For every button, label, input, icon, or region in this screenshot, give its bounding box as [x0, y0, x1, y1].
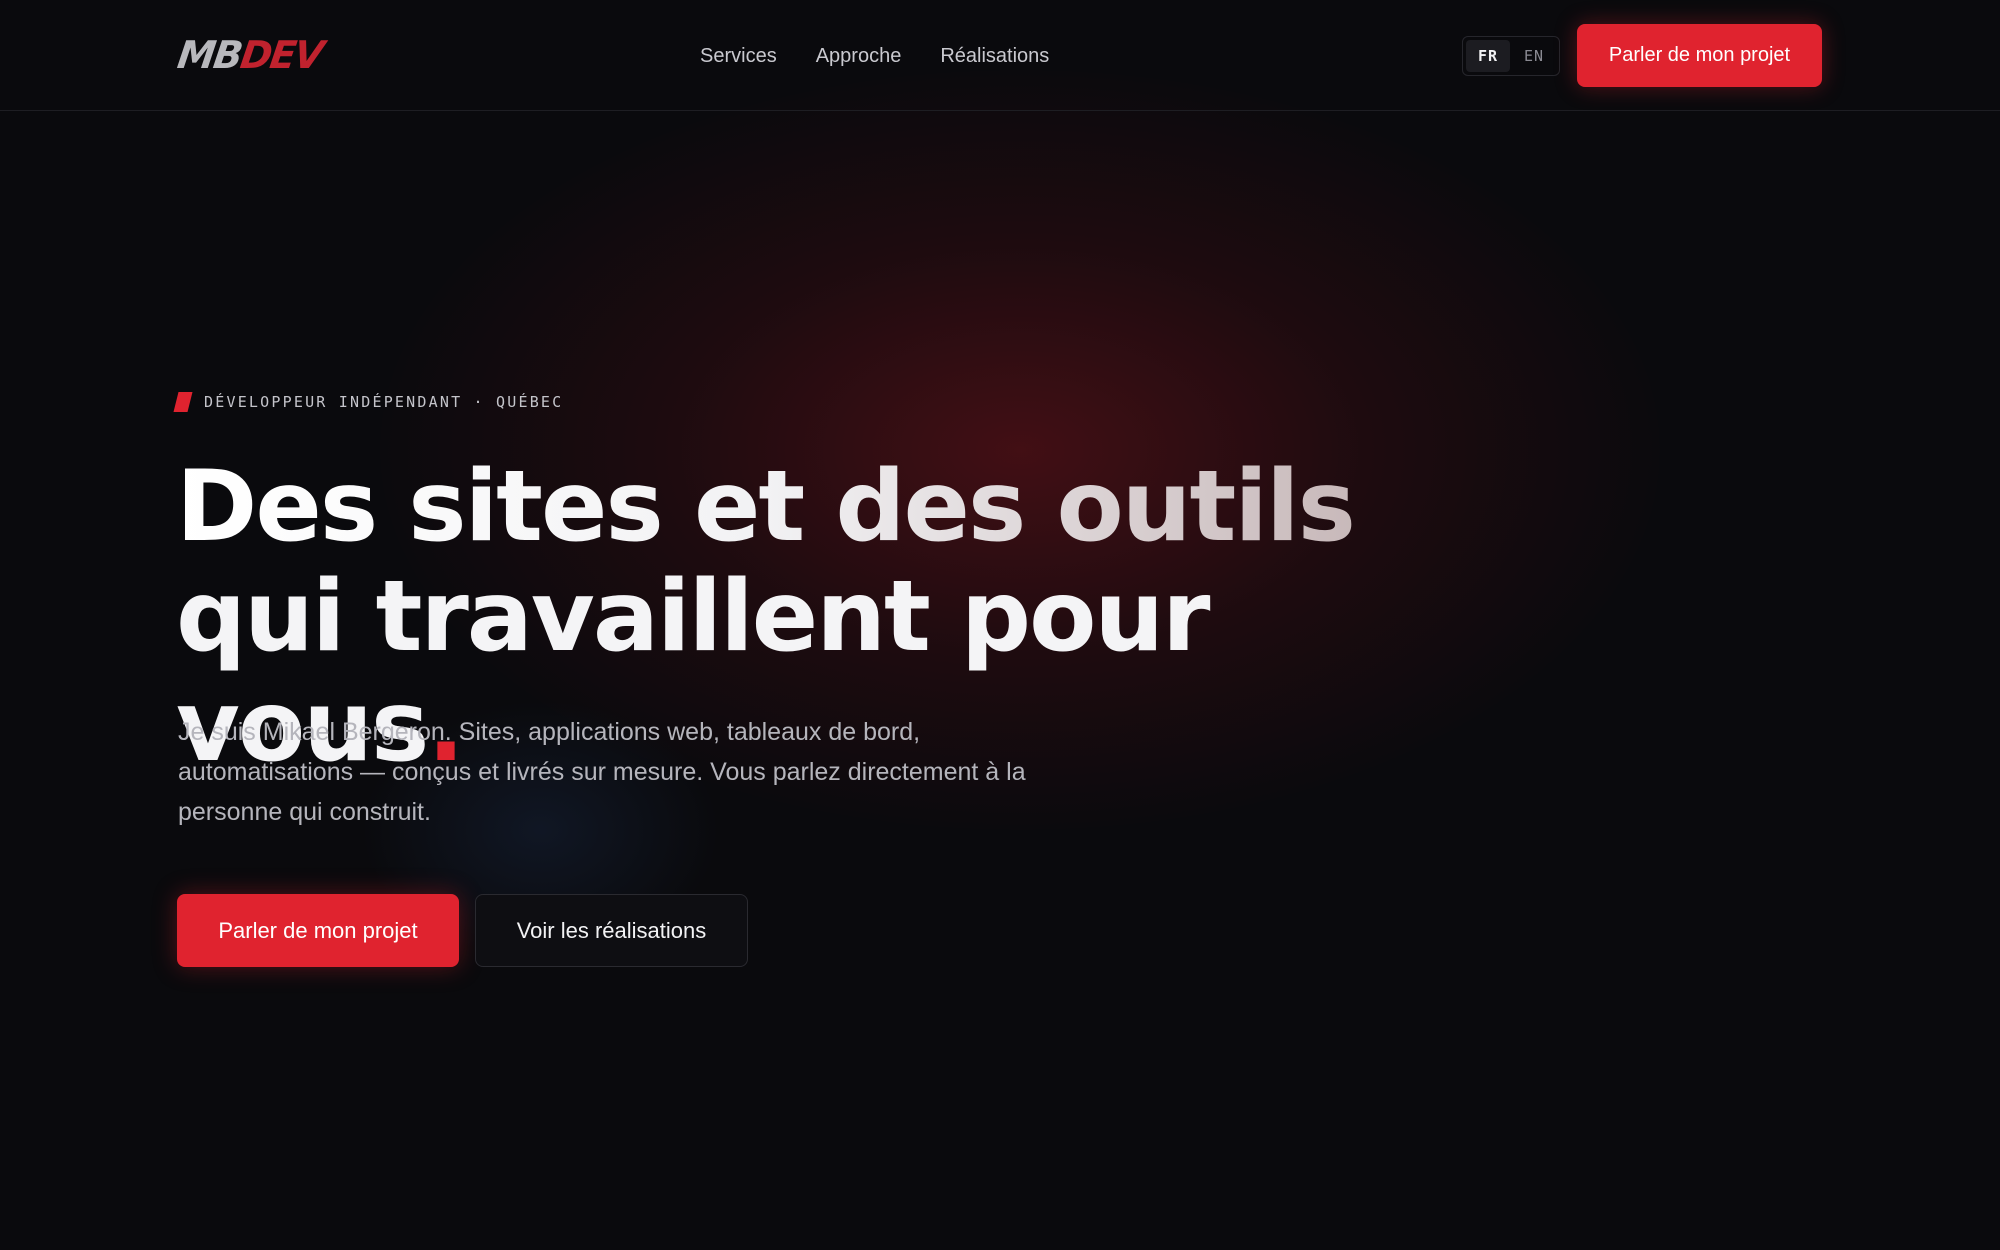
eyebrow-accent-mark	[173, 392, 193, 412]
primary-contact-button[interactable]: Parler de mon projet	[177, 894, 459, 967]
lang-en-button[interactable]: EN	[1512, 40, 1556, 72]
headline-line-1: Des sites et des outils	[176, 450, 1356, 564]
site-header: MB DEV Services Approche Réalisations FR …	[0, 0, 2000, 111]
header-contact-button[interactable]: Parler de mon projet	[1577, 24, 1822, 87]
logo-dev: DEV	[237, 33, 325, 77]
language-switcher: FR EN	[1462, 36, 1560, 76]
view-projects-button[interactable]: Voir les réalisations	[475, 894, 748, 967]
logo-mb: MB	[174, 33, 244, 77]
eyebrow-text: DÉVELOPPEUR INDÉPENDANT · QUÉBEC	[204, 393, 564, 411]
main-nav: Services Approche Réalisations	[700, 36, 1049, 76]
lang-fr-button[interactable]: FR	[1466, 40, 1510, 72]
hero-description: Je suis Mikael Bergeron. Sites, applicat…	[178, 718, 1026, 826]
nav-link-services[interactable]: Services	[700, 36, 777, 76]
nav-link-realisations[interactable]: Réalisations	[940, 36, 1049, 76]
logo[interactable]: MB DEV	[174, 30, 325, 80]
nav-link-approche[interactable]: Approche	[816, 36, 902, 76]
landing-page: MB DEV Services Approche Réalisations FR …	[0, 0, 2000, 1250]
hero-eyebrow: DÉVELOPPEUR INDÉPENDANT · QUÉBEC	[173, 392, 564, 412]
